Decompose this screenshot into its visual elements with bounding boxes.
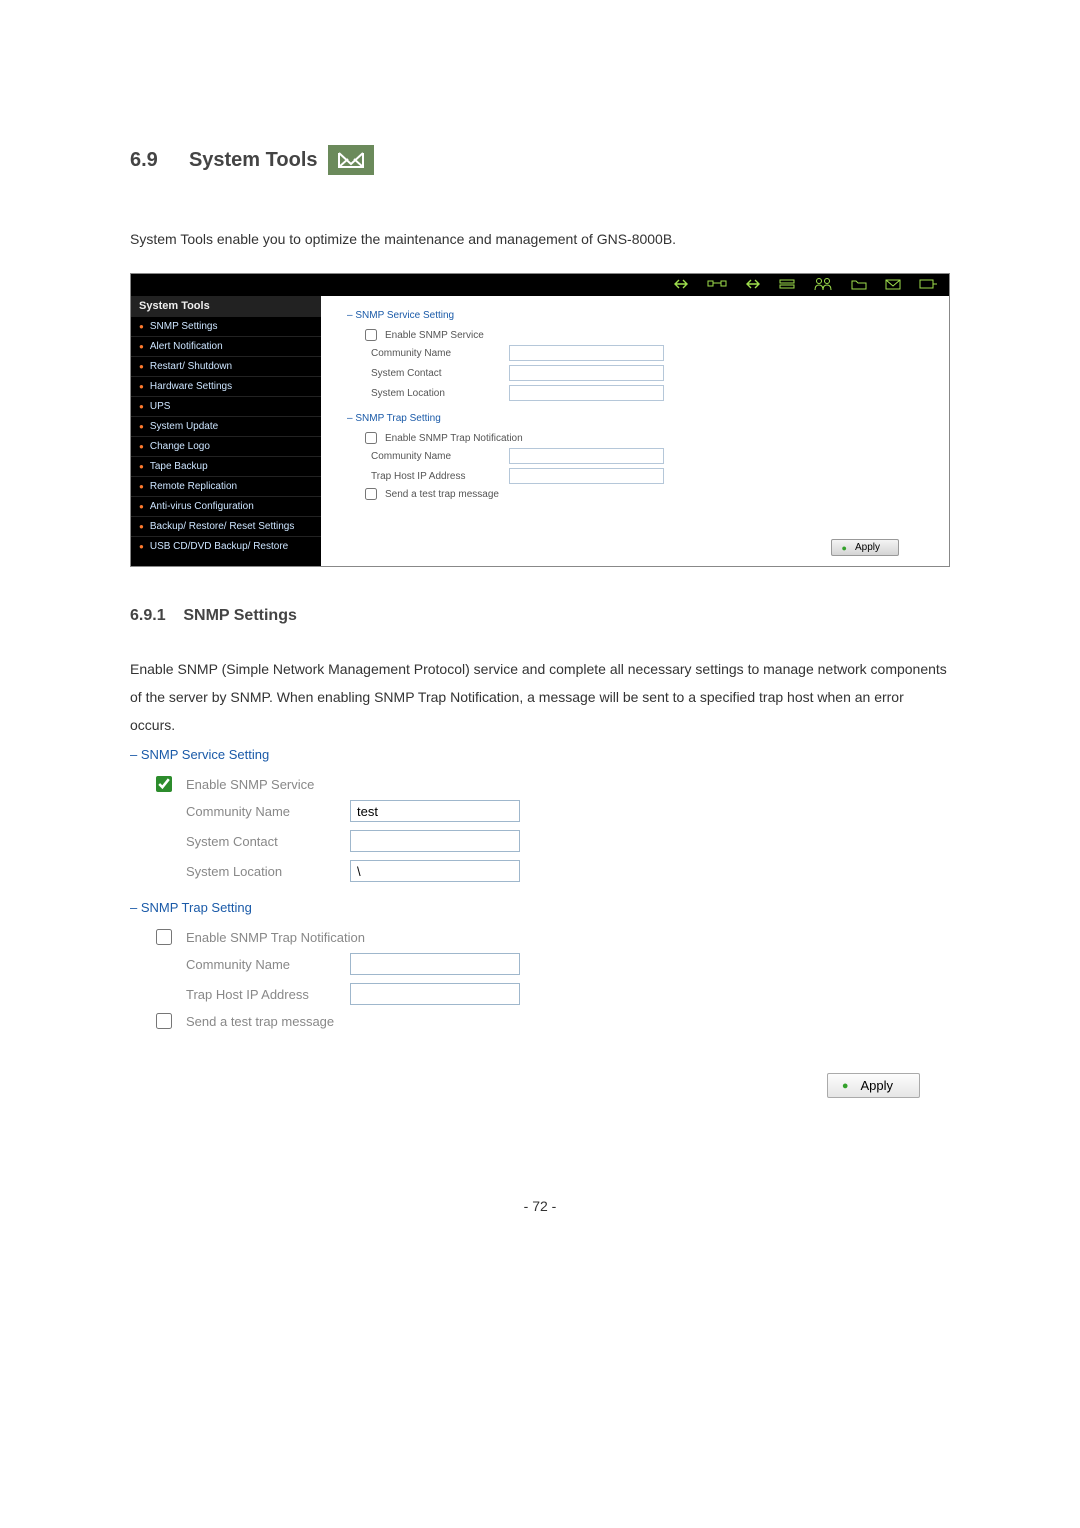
enable-snmp-trap-label: Enable SNMP Trap Notification [385,433,523,444]
sidebar-item-hardware-settings[interactable]: ●Hardware Settings [131,376,321,396]
trap-host-ip-label: Trap Host IP Address [186,987,336,1002]
apply-button[interactable]: ● Apply [831,539,899,556]
enable-snmp-service-checkbox[interactable] [156,776,172,792]
system-contact-label: System Contact [186,834,336,849]
section-heading: 6.9 System Tools [130,145,950,175]
trap-community-name-label: Community Name [371,451,501,462]
sidebar-item-tape-backup[interactable]: ●Tape Backup [131,456,321,476]
apply-button[interactable]: ● Apply [827,1073,920,1098]
community-name-input[interactable] [509,345,664,361]
subsection-heading: 6.9.1 SNMP Settings [130,607,950,625]
sidebar-item-ups[interactable]: ●UPS [131,396,321,416]
snmp-trap-section-title: SNMP Trap Setting [347,413,929,424]
sidebar-item-restart-shutdown[interactable]: ●Restart/ Shutdown [131,356,321,376]
top-nav-bar [131,274,949,296]
snmp-service-section-title: SNMP Service Setting [347,310,929,321]
system-location-label: System Location [186,864,336,879]
section-number: 6.9 [130,149,158,172]
community-name-input[interactable] [350,800,520,822]
community-name-label: Community Name [186,804,336,819]
system-tools-icon [328,145,374,175]
snmp-trap-section-title: SNMP Trap Setting [130,900,950,915]
disk-icon[interactable] [779,278,795,293]
network-icon[interactable] [707,278,727,293]
screenshot-snmp-overview: System Tools ●SNMP Settings ●Alert Notif… [130,273,950,567]
community-name-label: Community Name [371,348,501,359]
send-test-trap-checkbox[interactable] [365,488,377,500]
folder-icon[interactable] [851,278,867,293]
sidebar-item-change-logo[interactable]: ●Change Logo [131,436,321,456]
apply-dot-icon: ● [842,543,847,553]
subsection-title: SNMP Settings [183,607,297,624]
subsection-paragraph: Enable SNMP (Simple Network Management P… [130,655,950,739]
system-location-input[interactable] [509,385,664,401]
sidebar-item-system-update[interactable]: ●System Update [131,416,321,436]
share-icon[interactable] [745,278,761,293]
intro-paragraph: System Tools enable you to optimize the … [130,225,950,253]
sidebar-item-backup-restore-reset[interactable]: ●Backup/ Restore/ Reset Settings [131,516,321,536]
enable-snmp-trap-checkbox[interactable] [365,432,377,444]
main-panel: SNMP Service Setting Enable SNMP Service… [321,296,949,566]
sidebar: System Tools ●SNMP Settings ●Alert Notif… [131,296,321,566]
sidebar-title: System Tools [131,296,321,316]
trap-community-name-input[interactable] [509,448,664,464]
system-location-input[interactable] [350,860,520,882]
system-contact-input[interactable] [509,365,664,381]
enable-snmp-trap-checkbox[interactable] [156,929,172,945]
apply-dot-icon: ● [842,1080,849,1092]
trap-community-name-input[interactable] [350,953,520,975]
system-contact-label: System Contact [371,368,501,379]
trap-host-ip-input[interactable] [350,983,520,1005]
tools-envelope-icon[interactable] [885,278,901,293]
enable-snmp-service-label: Enable SNMP Service [186,777,314,792]
settings-icon[interactable] [673,278,689,293]
sidebar-item-alert-notification[interactable]: ●Alert Notification [131,336,321,356]
apply-label: Apply [860,1078,893,1093]
sidebar-item-usb-backup[interactable]: ●USB CD/DVD Backup/ Restore [131,536,321,556]
send-test-trap-label: Send a test trap message [385,489,499,500]
users-icon[interactable] [813,277,833,294]
apply-label: Apply [855,542,880,553]
trap-community-name-label: Community Name [186,957,336,972]
stats-icon[interactable] [919,278,937,293]
page-number: - 72 - [130,1198,950,1214]
subsection-number: 6.9.1 [130,607,166,624]
sidebar-item-snmp-settings[interactable]: ●SNMP Settings [131,316,321,336]
enable-snmp-service-label: Enable SNMP Service [385,330,484,341]
sidebar-item-remote-replication[interactable]: ●Remote Replication [131,476,321,496]
send-test-trap-checkbox[interactable] [156,1013,172,1029]
trap-host-ip-label: Trap Host IP Address [371,471,501,482]
trap-host-ip-input[interactable] [509,468,664,484]
enable-snmp-service-checkbox[interactable] [365,329,377,341]
snmp-service-section-title: SNMP Service Setting [130,747,950,762]
screenshot-snmp-form: SNMP Service Setting Enable SNMP Service… [130,747,950,1098]
enable-snmp-trap-label: Enable SNMP Trap Notification [186,930,365,945]
system-location-label: System Location [371,388,501,399]
sidebar-item-antivirus[interactable]: ●Anti-virus Configuration [131,496,321,516]
system-contact-input[interactable] [350,830,520,852]
section-title: System Tools [189,149,318,172]
send-test-trap-label: Send a test trap message [186,1014,334,1029]
